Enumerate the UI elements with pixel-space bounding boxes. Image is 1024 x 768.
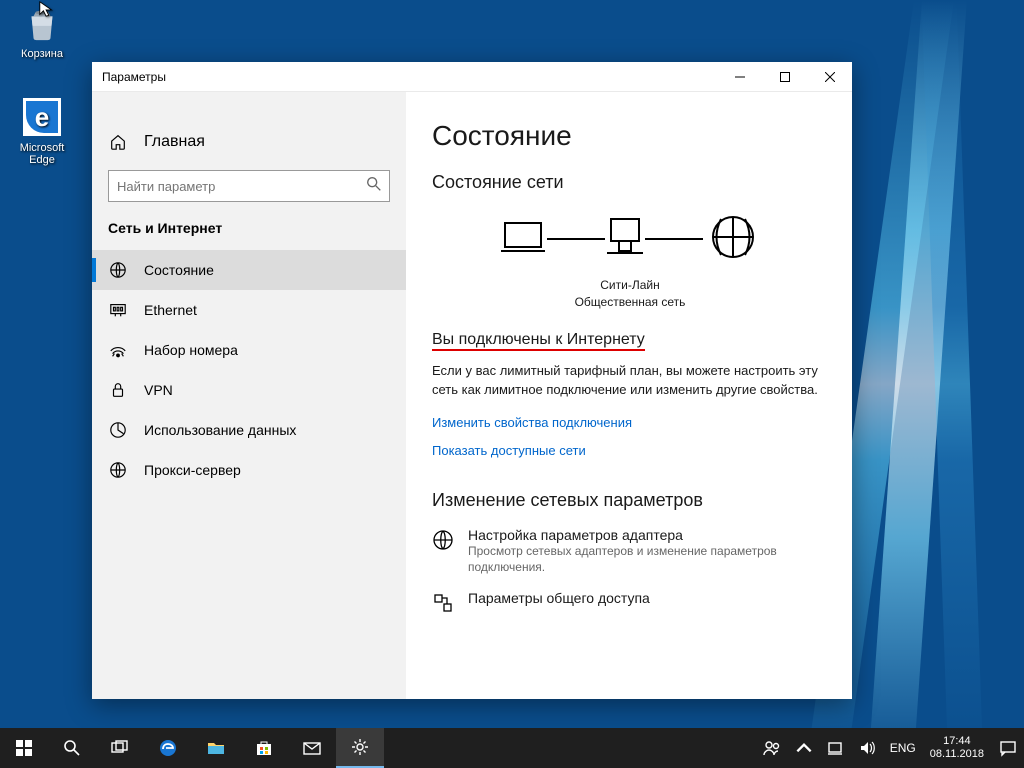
setting-description: Просмотр сетевых адаптеров и изменение п…: [468, 543, 808, 577]
taskbar-explorer[interactable]: [192, 728, 240, 768]
tray-language[interactable]: ENG: [884, 741, 922, 755]
start-button[interactable]: [0, 728, 48, 768]
search-icon: [365, 175, 381, 198]
window-title: Параметры: [102, 70, 166, 84]
section-heading: Состояние сети: [432, 172, 828, 193]
search-input[interactable]: [117, 179, 365, 194]
setting-title: Параметры общего доступа: [468, 590, 650, 606]
tray-network-icon[interactable]: [820, 728, 852, 768]
home-button[interactable]: Главная: [92, 122, 406, 162]
sidebar-item-label: VPN: [144, 382, 173, 398]
tray-chevron[interactable]: [788, 728, 820, 768]
mouse-cursor: [38, 0, 56, 23]
setting-title: Настройка параметров адаптера: [468, 527, 808, 543]
sidebar-item-label: Набор номера: [144, 342, 238, 358]
sidebar-item-dialup[interactable]: Набор номера: [92, 330, 406, 370]
status-icon: [108, 261, 128, 279]
edge-icon: [23, 98, 61, 136]
taskbar: ENG 17:44 08.11.2018: [0, 728, 1024, 768]
link-change-properties[interactable]: Изменить свойства подключения: [432, 415, 632, 430]
search-button[interactable]: [48, 728, 96, 768]
sidebar-item-status[interactable]: Состояние: [92, 250, 406, 290]
settings-window: Параметры Главная Сеть и Интернет Состоя…: [92, 62, 852, 699]
sidebar-item-vpn[interactable]: VPN: [92, 370, 406, 410]
dialup-icon: [108, 341, 128, 359]
desktop-icon-label: Microsoft Edge: [6, 142, 78, 166]
sidebar-item-label: Использование данных: [144, 422, 296, 438]
system-tray: ENG 17:44 08.11.2018: [756, 728, 1024, 768]
taskbar-mail[interactable]: [288, 728, 336, 768]
adapter-icon: [432, 527, 454, 577]
link-show-networks[interactable]: Показать доступные сети: [432, 443, 586, 458]
setting-sharing[interactable]: Параметры общего доступа: [432, 590, 828, 619]
sidebar-item-label: Состояние: [144, 262, 214, 278]
search-box[interactable]: [108, 170, 390, 202]
sidebar: Главная Сеть и Интернет Состояние Ethern…: [92, 92, 406, 699]
tray-clock[interactable]: 17:44 08.11.2018: [922, 735, 992, 761]
sidebar-item-label: Прокси-сервер: [144, 462, 241, 478]
close-button[interactable]: [807, 62, 852, 92]
network-type: Общественная сеть: [432, 294, 828, 311]
sidebar-item-label: Ethernet: [144, 302, 197, 318]
main-content: Состояние Состояние сети Сити-Лайн Общес…: [406, 92, 852, 699]
taskbar-store[interactable]: [240, 728, 288, 768]
network-diagram: [432, 209, 828, 269]
home-label: Главная: [144, 133, 205, 151]
window-titlebar[interactable]: Параметры: [92, 62, 852, 92]
network-name: Сити-Лайн: [432, 277, 828, 294]
section-heading-change: Изменение сетевых параметров: [432, 490, 828, 511]
setting-adapter[interactable]: Настройка параметров адаптера Просмотр с…: [432, 527, 828, 577]
proxy-icon: [108, 461, 128, 479]
taskbar-settings[interactable]: [336, 728, 384, 768]
tray-volume-icon[interactable]: [852, 728, 884, 768]
maximize-button[interactable]: [762, 62, 807, 92]
sidebar-category: Сеть и Интернет: [92, 220, 406, 250]
connected-body: Если у вас лимитный тарифный план, вы мо…: [432, 361, 828, 400]
page-title: Состояние: [432, 120, 828, 152]
tray-notifications[interactable]: [992, 728, 1024, 768]
home-icon: [108, 133, 128, 151]
desktop-icon-edge[interactable]: Microsoft Edge: [6, 98, 78, 166]
ethernet-icon: [108, 301, 128, 319]
sidebar-item-proxy[interactable]: Прокси-сервер: [92, 450, 406, 490]
sidebar-item-ethernet[interactable]: Ethernet: [92, 290, 406, 330]
sharing-icon: [432, 590, 454, 619]
vpn-icon: [108, 381, 128, 399]
connected-heading: Вы подключены к Интернету: [432, 331, 828, 357]
tray-people[interactable]: [756, 728, 788, 768]
sidebar-item-data-usage[interactable]: Использование данных: [92, 410, 406, 450]
minimize-button[interactable]: [717, 62, 762, 92]
data-usage-icon: [108, 421, 128, 439]
taskbar-edge[interactable]: [144, 728, 192, 768]
task-view-button[interactable]: [96, 728, 144, 768]
desktop-icon-label: Корзина: [6, 48, 78, 60]
